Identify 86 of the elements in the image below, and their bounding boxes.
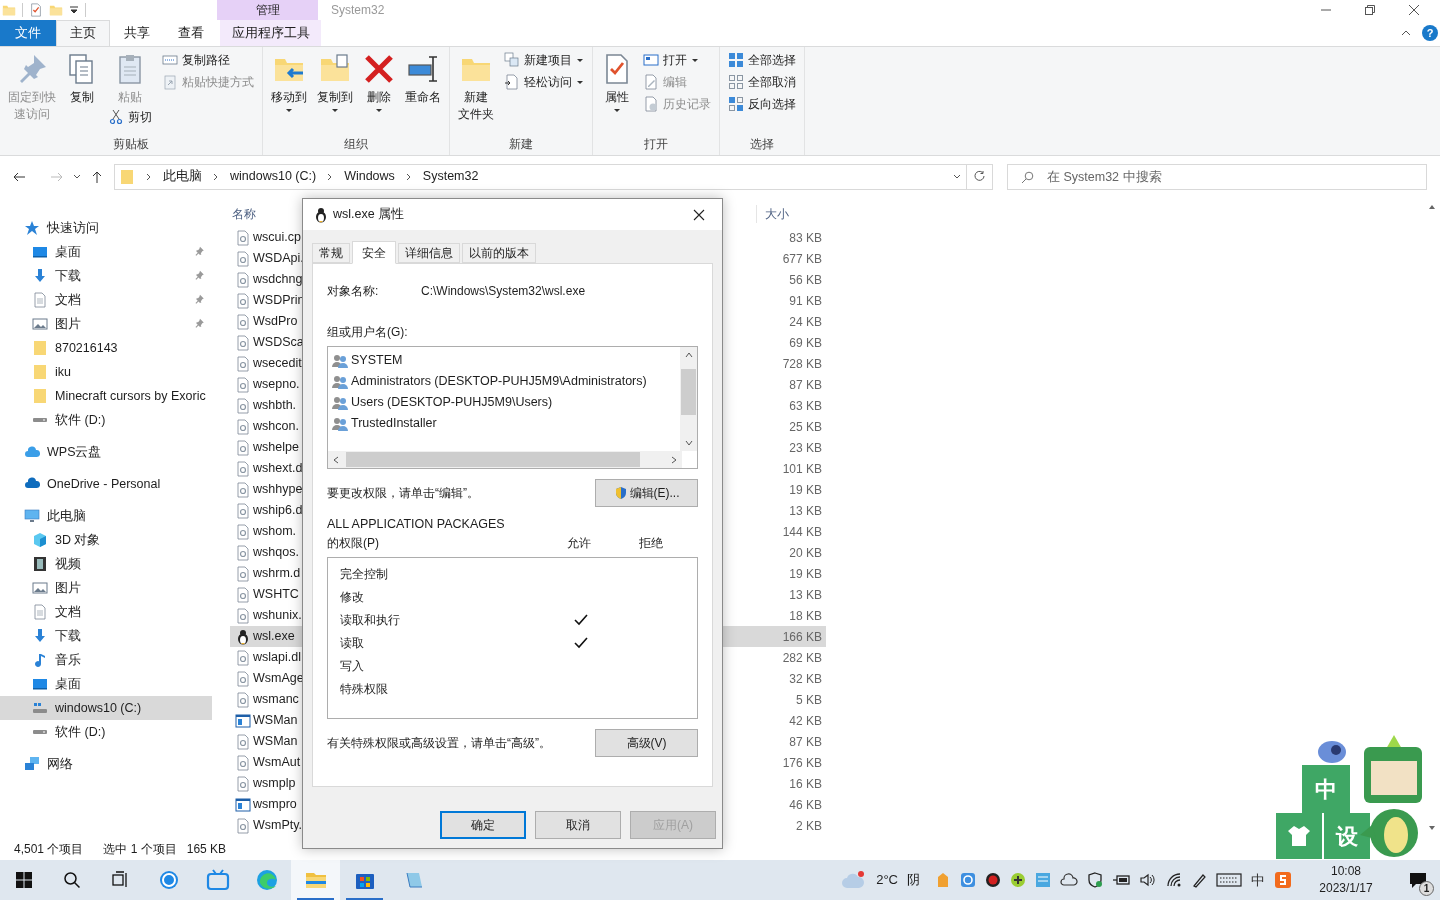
field-label: 对象名称: (327, 283, 380, 300)
permission-name: 修改 (340, 589, 365, 607)
permission-name: 读取和执行 (340, 612, 401, 630)
table-cell-text: wslapi.dl (253, 649, 301, 667)
dialog-title: wsl.exe 属性 (333, 206, 405, 224)
table-cell-text: 83 KB (789, 229, 823, 247)
object-name: C:\Windows\System32\wsl.exe (421, 283, 586, 300)
group-label: 组织 (343, 136, 369, 153)
weather-text: 阴 (907, 871, 920, 890)
table-cell-text: wshqos. (253, 544, 299, 562)
table-cell-text: wshelpe (253, 439, 299, 457)
status-text: 4,501 个项目 (14, 841, 84, 858)
window-title: System32 (331, 2, 385, 19)
table-cell-text: 19 KB (789, 565, 823, 583)
group-label: 打开 (643, 136, 669, 153)
table-cell-text: 2 KB (796, 817, 823, 835)
table-cell-text: wsmplp (253, 775, 296, 793)
table-cell-text: 23 KB (789, 439, 823, 457)
table-cell-text: 282 KB (782, 649, 823, 667)
table-cell-text: 677 KB (782, 250, 823, 268)
table-cell-text: 87 KB (789, 376, 823, 394)
table-cell-text: WSDApi. (253, 250, 304, 268)
context-tab-header: 管理 (217, 0, 318, 20)
hint-text: 要更改权限，请单击“编辑”。 (327, 485, 480, 502)
table-cell-text: 32 KB (789, 670, 823, 688)
table-cell-text: 18 KB (789, 607, 823, 625)
table-cell-text: 176 KB (782, 754, 823, 772)
table-cell-text: wsl.exe (253, 628, 295, 646)
table-cell-text: 728 KB (782, 355, 823, 373)
table-cell-text: 144 KB (782, 523, 823, 541)
field-label: 的权限(P) (327, 534, 380, 552)
table-cell-text: WsdPro (253, 313, 298, 331)
table-cell-text: wshom. (253, 523, 297, 541)
column-header: 允许 (567, 534, 592, 552)
table-cell-text: wshunix. (253, 607, 302, 625)
table-cell-text: wshhype (253, 481, 303, 499)
table-cell-text: 24 KB (789, 313, 823, 331)
table-cell-text: WSMan (253, 712, 298, 730)
table-cell-text: 19 KB (789, 481, 823, 499)
table-cell-text: 87 KB (789, 733, 823, 751)
field-label: 组或用户名(G): (327, 324, 409, 341)
permission-name: 写入 (340, 658, 365, 676)
principal-name: ALL APPLICATION PACKAGES (327, 516, 506, 533)
table-cell-text: wshbth. (253, 397, 297, 415)
table-cell-text: WSDSca (253, 334, 304, 352)
table-cell-text: 101 KB (782, 460, 823, 478)
table-cell-text: wsdchng (253, 271, 303, 289)
status-text: 选中 1 个项目 (103, 841, 177, 858)
table-cell-text: 63 KB (789, 397, 823, 415)
column-header: 拒绝 (639, 534, 663, 552)
table-cell-text: wshext.d (253, 460, 303, 478)
group-label: 选择 (749, 136, 775, 153)
table-cell-text: WSHTC (253, 586, 299, 604)
table-cell-text: WsmAge (253, 670, 304, 688)
group-label: 新建 (508, 136, 534, 153)
group-label: 剪贴板 (112, 136, 150, 153)
table-cell-text: wscui.cp (253, 229, 301, 247)
table-cell-text: 46 KB (789, 796, 823, 814)
table-cell-text: 20 KB (789, 544, 823, 562)
table-cell-text: 25 KB (789, 418, 823, 436)
table-cell-text: 91 KB (789, 292, 823, 310)
permission-name: 完全控制 (340, 566, 389, 584)
status-text: 165 KB (186, 841, 227, 858)
table-cell-text: wsmanc (253, 691, 299, 709)
table-cell-text: 13 KB (789, 502, 823, 520)
table-cell-text: wsmpro (253, 796, 297, 814)
hint-text: 有关特殊权限或高级设置，请单击“高级”。 (327, 734, 552, 752)
table-cell-text: 13 KB (789, 586, 823, 604)
temperature: 2°C (876, 871, 898, 890)
permission-name: 特殊权限 (340, 681, 389, 699)
table-cell-text: 5 KB (796, 691, 823, 709)
notification-badge: 1 (1419, 881, 1434, 896)
table-cell-text: 166 KB (782, 628, 823, 646)
table-cell-text: wsepno. (253, 376, 300, 394)
table-cell-text: wshrm.d (253, 565, 301, 583)
table-cell-text: 56 KB (789, 271, 823, 289)
table-cell-text: WSMan (253, 733, 298, 751)
table-cell-text: 42 KB (789, 712, 823, 730)
table-cell-text: 69 KB (789, 334, 823, 352)
table-cell-text: WsmPty. (253, 817, 303, 835)
table-cell-text: wship6.d (253, 502, 303, 520)
table-cell-text: wshcon. (253, 418, 299, 436)
permission-name: 读取 (340, 635, 365, 653)
table-cell-text: 16 KB (789, 775, 823, 793)
table-cell-text: wsecedit (253, 355, 302, 373)
table-cell-text: WsmAut (253, 754, 301, 772)
